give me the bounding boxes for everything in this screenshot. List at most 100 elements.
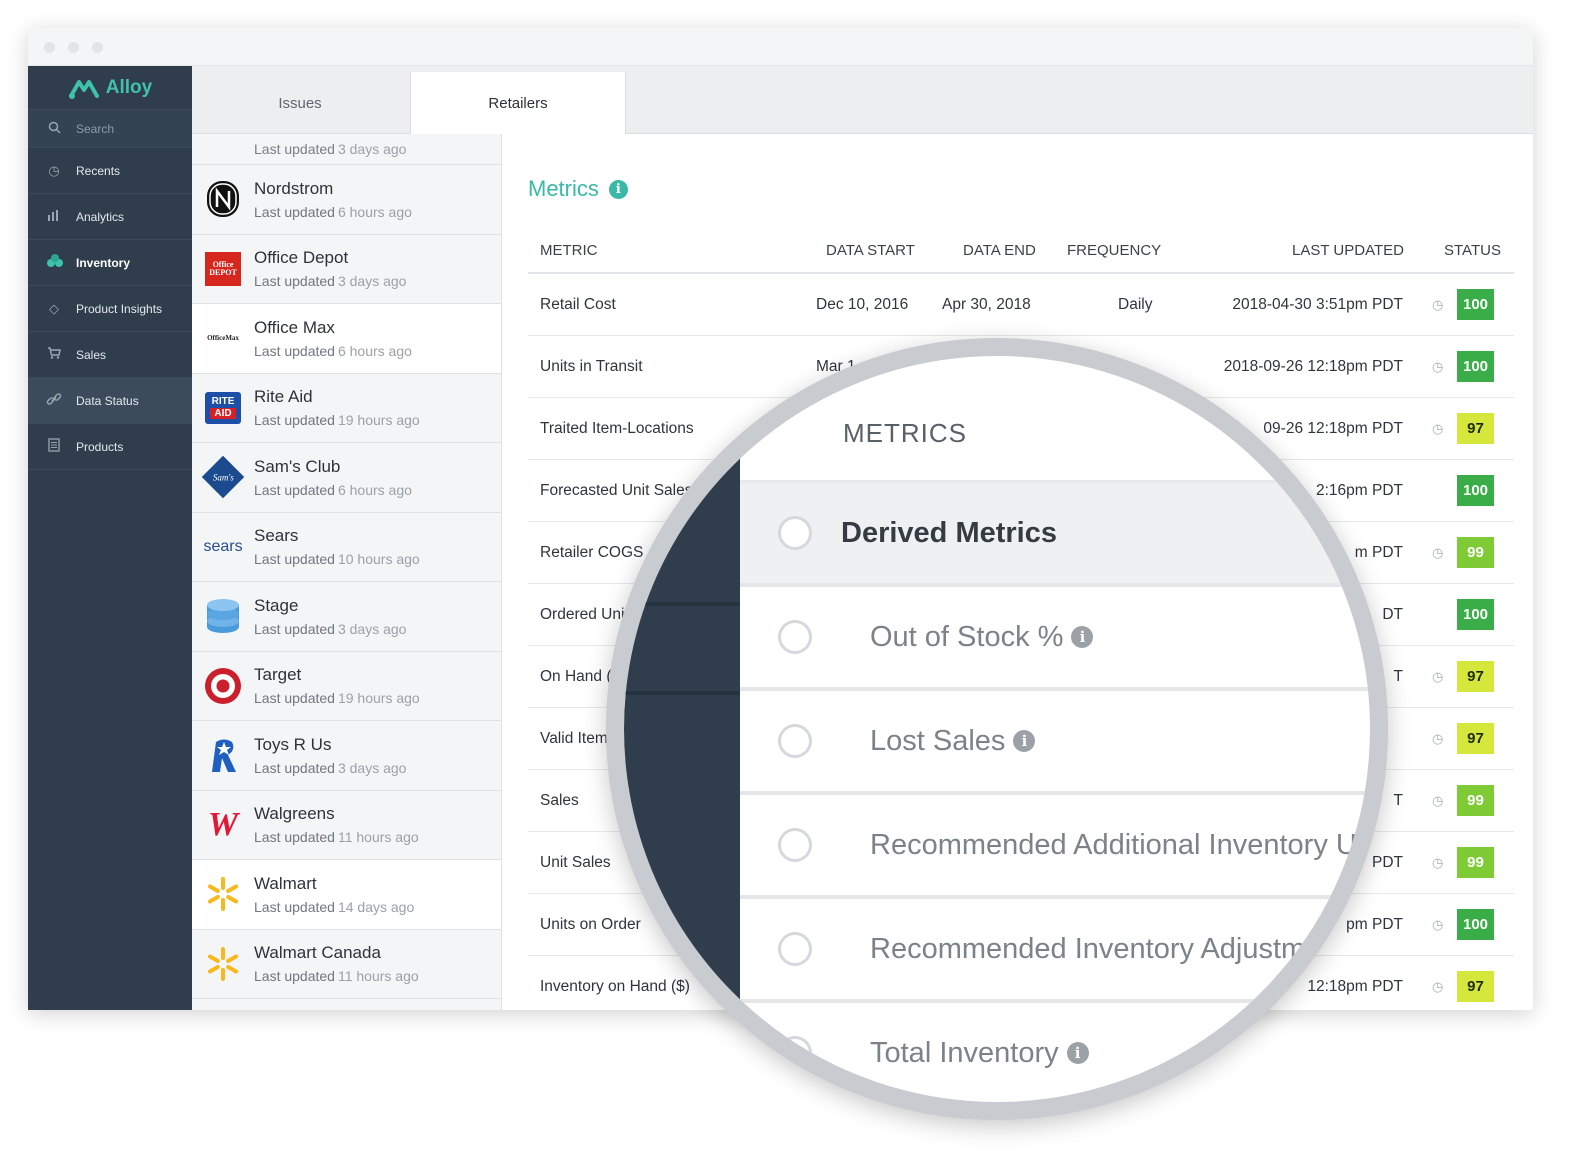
- last-updated-label: Last updated: [254, 342, 335, 359]
- retailer-name: Office Max: [254, 317, 335, 337]
- metric-option-label: Total Inventory i: [870, 1037, 1089, 1070]
- sidebar-item-sales[interactable]: Sales: [28, 332, 192, 378]
- metric-option-label: Recommended Additional Inventory Units: [870, 829, 1370, 862]
- sidebar-item-inventory[interactable]: Inventory: [28, 240, 192, 286]
- office-max-logo-text: OfficeMax: [207, 334, 239, 343]
- metrics-table-header: METRIC DATA START DATA END FREQUENCY LAS…: [528, 228, 1514, 274]
- last-updated-value: 09-26 12:18pm PDT: [1263, 419, 1403, 437]
- metric-option-recommended-inventory-adjustment[interactable]: Recommended Inventory Adjustment: [740, 899, 1370, 1003]
- tab-issues[interactable]: Issues: [192, 72, 408, 134]
- walgreens-logo: W: [192, 791, 254, 860]
- last-updated-ago: 19 hours ago: [337, 412, 420, 429]
- clock-icon[interactable]: ◷: [1432, 770, 1443, 831]
- col-data-end[interactable]: DATA END: [963, 228, 1036, 272]
- retailer-name: Toys R Us: [254, 734, 332, 754]
- last-updated-label: Last updated: [254, 481, 335, 498]
- sidebar-item-data-status[interactable]: Data Status: [28, 378, 192, 424]
- clock-icon[interactable]: ◷: [1432, 956, 1443, 1010]
- clock-icon[interactable]: ◷: [1432, 274, 1443, 335]
- metric-option-lost-sales[interactable]: Lost Sales i: [740, 691, 1370, 795]
- last-updated-ago: 6 hours ago: [337, 342, 412, 359]
- retailer-item-walmart[interactable]: Walmart Last updated 14 days ago: [192, 860, 501, 930]
- status-badge: 97: [1457, 723, 1494, 754]
- retailer-name: Target: [254, 665, 302, 685]
- retailer-last-updated: Last updated 10 hours ago: [254, 551, 420, 567]
- search-label: Search: [76, 121, 115, 136]
- radio-button[interactable]: [778, 932, 812, 966]
- metric-option-label: Out of Stock % i: [870, 621, 1094, 654]
- retailer-item-walgreens[interactable]: W Walgreens Last updated 11 hours ago: [192, 791, 501, 860]
- col-last-updated[interactable]: LAST UPDATED: [1292, 228, 1404, 272]
- status-badge: 100: [1457, 909, 1494, 940]
- search-icon: [46, 121, 62, 137]
- brand-logo[interactable]: Alloy: [28, 66, 192, 110]
- metric-option-derived-metrics[interactable]: Derived Metrics: [740, 483, 1370, 587]
- retailer-item-toys-r-us[interactable]: Toys R Us Last updated 3 days ago: [192, 721, 501, 791]
- metric-row[interactable]: Retail Cost Dec 10, 2016 Apr 30, 2018 Daily…: [528, 274, 1514, 336]
- window-zoom-dot[interactable]: [92, 42, 103, 53]
- radio-button[interactable]: [778, 1036, 812, 1070]
- clock-icon[interactable]: ◷: [1432, 708, 1443, 769]
- sidebar-search[interactable]: Search: [28, 110, 192, 148]
- info-icon[interactable]: i: [1071, 626, 1094, 648]
- retailer-item-stage[interactable]: Stage Last updated 3 days ago: [192, 582, 501, 652]
- col-data-start[interactable]: DATA START: [826, 228, 915, 272]
- radio-button[interactable]: [778, 828, 812, 862]
- retailer-item-walmart-canada[interactable]: Walmart Canada Last updated 11 hours ago: [192, 930, 501, 999]
- toys-r-us-logo: [192, 721, 254, 790]
- sidebar-item-product-insights[interactable]: ◇ Product Insights: [28, 286, 192, 332]
- metric-option-total-inventory[interactable]: Total Inventory i: [740, 1003, 1370, 1102]
- status-badge: 99: [1457, 847, 1494, 878]
- retailer-item-office-depot[interactable]: Office DEPOT Office Depot Last updated 3 …: [192, 235, 501, 304]
- retailer-item-nordstrom[interactable]: Nordstrom Last updated 6 hours ago: [192, 165, 501, 235]
- retailer-last-updated: Last updated 3 days ago: [254, 760, 406, 776]
- last-updated-label: Last updated: [254, 203, 335, 220]
- metric-option-recommended-additional-inventory-units[interactable]: Recommended Additional Inventory Units: [740, 795, 1370, 899]
- col-status[interactable]: STATUS: [1444, 228, 1501, 272]
- tab-retailers[interactable]: Retailers: [410, 72, 626, 135]
- window-close-dot[interactable]: [44, 42, 55, 53]
- metrics-title-text: Metrics: [528, 176, 599, 201]
- retailer-item-target[interactable]: Target Last updated 19 hours ago: [192, 652, 501, 721]
- last-updated-value: DT: [1382, 605, 1403, 623]
- window-minimize-dot[interactable]: [68, 42, 79, 53]
- metric-option-label: Derived Metrics: [841, 517, 1057, 550]
- info-icon[interactable]: i: [1066, 1042, 1089, 1064]
- col-frequency[interactable]: FREQUENCY: [1067, 228, 1161, 272]
- sidebar-item-analytics[interactable]: Analytics: [28, 194, 192, 240]
- metric-name: Ordered Uni: [540, 605, 625, 623]
- last-updated-label: Last updated: [254, 829, 335, 846]
- info-icon[interactable]: i: [1013, 730, 1036, 752]
- status-badge: 100: [1457, 475, 1494, 506]
- metric-option-out-of-stock[interactable]: Out of Stock % i: [740, 587, 1370, 691]
- clock-icon[interactable]: ◷: [1432, 336, 1443, 397]
- retailer-last-updated: Last updated 6 hours ago: [254, 204, 412, 220]
- clock-icon[interactable]: ◷: [1432, 646, 1443, 707]
- sidebar-item-recents[interactable]: ◷ Recents: [28, 148, 192, 194]
- retailer-item-sears[interactable]: sears Sears Last updated 10 hours ago: [192, 513, 501, 582]
- retailer-item-rite-aid[interactable]: RITE AID Rite Aid Last updated 19 hours a…: [192, 374, 501, 443]
- retailer-last-updated: Last updated 3 days ago: [254, 273, 406, 289]
- clock-icon[interactable]: ◷: [1432, 398, 1443, 459]
- metric-name: On Hand (: [540, 667, 612, 685]
- rite-aid-logo-top: RITE: [211, 395, 235, 407]
- sidebar-item-products[interactable]: Products: [28, 424, 192, 470]
- sears-logo: sears: [192, 513, 254, 582]
- retailer-item-partial[interactable]: Last updated 3 days ago: [192, 134, 501, 165]
- radio-button[interactable]: [778, 620, 812, 654]
- radio-button[interactable]: [778, 516, 812, 550]
- data-end-value: Apr 30, 2018: [942, 295, 1031, 313]
- clock-icon[interactable]: ◷: [1432, 522, 1443, 583]
- retailer-name: Nordstrom: [254, 178, 334, 198]
- col-metric[interactable]: METRIC: [540, 228, 598, 272]
- clock-icon[interactable]: ◷: [1432, 832, 1443, 893]
- info-icon[interactable]: i: [608, 179, 628, 199]
- walmart-logo: [192, 860, 254, 929]
- clock-icon[interactable]: ◷: [1432, 894, 1443, 955]
- office-depot-logo-text: Office DEPOT: [205, 251, 241, 286]
- retailer-last-updated: Last updated 11 hours ago: [254, 968, 419, 984]
- office-depot-logo: Office DEPOT: [192, 235, 254, 304]
- retailer-item-sams-club[interactable]: Sam's Sam's Club Last updated 6 hours ago: [192, 443, 501, 513]
- radio-button[interactable]: [778, 724, 812, 758]
- retailer-item-office-max[interactable]: OfficeMax Office Max Last updated 6 hours…: [192, 304, 501, 374]
